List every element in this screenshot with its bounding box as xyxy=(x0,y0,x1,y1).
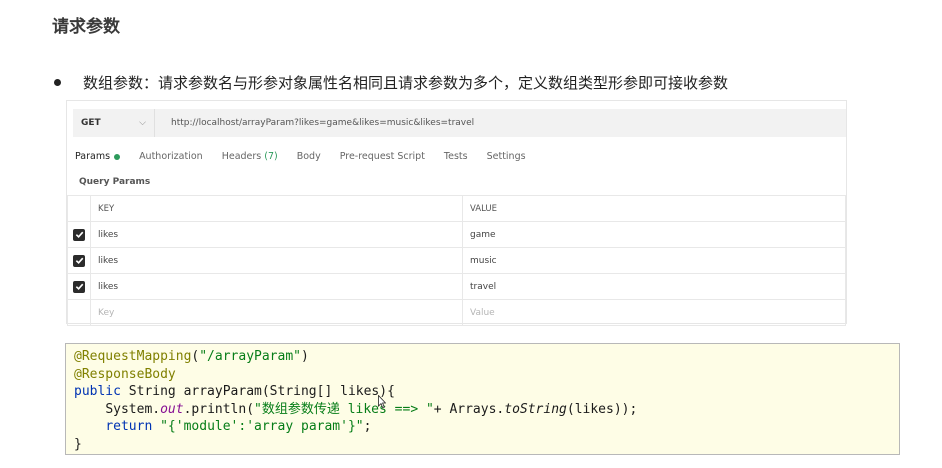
code-text: (likes)); xyxy=(566,401,638,417)
code-text: } xyxy=(74,436,82,452)
table-row: likes travel xyxy=(67,273,846,300)
row-checkbox-cell xyxy=(67,247,91,274)
tab-body-label: Body xyxy=(296,151,321,162)
param-key-cell[interactable]: likes xyxy=(90,221,463,248)
row-checkbox-cell xyxy=(67,299,91,326)
tab-settings-label: Settings xyxy=(486,151,526,162)
tab-headers-label: Headers xyxy=(221,151,262,162)
code-text: System. xyxy=(105,401,161,417)
tab-headers[interactable]: Headers (7) xyxy=(222,151,278,162)
code-text: String arrayParam(String[] likes){ xyxy=(120,384,395,399)
tab-pre-request-script-label: Pre-request Script xyxy=(339,151,425,162)
table-row: likes music xyxy=(67,247,846,274)
tab-pre-request-script[interactable]: Pre-request Script xyxy=(340,151,425,162)
check-icon xyxy=(75,283,83,291)
query-params-table: KEY VALUE likes game likes music likes t… xyxy=(67,195,846,326)
bullet-text: 数组参数：请求参数名与形参对象属性名相同且请求参数为多个，定义数组类型形参即可接… xyxy=(83,74,729,92)
row-checkbox-cell xyxy=(67,273,91,300)
new-key-input[interactable]: Key xyxy=(90,299,463,326)
url-bar: GET ⌵ http://localhost/arrayParam?likes=… xyxy=(73,109,846,137)
bullet-dot-icon xyxy=(54,79,61,86)
code-text: ; xyxy=(363,419,372,434)
check-icon xyxy=(75,231,83,239)
method-label: GET xyxy=(81,118,101,128)
param-value-cell[interactable]: game xyxy=(462,221,846,248)
checkbox[interactable] xyxy=(73,280,85,293)
code-field: out xyxy=(160,401,184,417)
status-dot-icon xyxy=(114,153,121,160)
tab-authorization-label: Authorization xyxy=(139,151,203,162)
tab-body[interactable]: Body xyxy=(297,151,321,162)
code-annotation: @ResponseBody xyxy=(74,366,176,382)
bullet-point: 数组参数：请求参数名与形参对象属性名相同且请求参数为多个，定义数组类型形参即可接… xyxy=(52,72,728,93)
param-key-cell[interactable]: likes xyxy=(90,273,463,300)
tab-params-label: Params xyxy=(75,151,111,162)
new-value-input[interactable]: Value xyxy=(462,299,846,326)
param-value-cell[interactable]: music xyxy=(462,247,846,274)
row-checkbox-cell xyxy=(67,221,91,248)
param-value-cell[interactable]: travel xyxy=(462,273,846,300)
param-key-cell[interactable]: likes xyxy=(90,247,463,274)
tab-tests[interactable]: Tests xyxy=(444,151,468,162)
tab-authorization[interactable]: Authorization xyxy=(139,151,203,162)
code-method: toString xyxy=(504,401,567,417)
query-params-title: Query Params xyxy=(79,177,151,187)
header-checkbox-cell xyxy=(67,195,91,222)
table-row-placeholder: Key Value xyxy=(67,299,846,326)
code-text: .println( xyxy=(183,401,255,417)
table-header-row: KEY VALUE xyxy=(67,195,846,222)
code-keyword: public xyxy=(74,384,121,399)
column-header-value: VALUE xyxy=(462,195,846,222)
tab-tests-label: Tests xyxy=(443,151,468,162)
checkbox[interactable] xyxy=(73,254,85,267)
column-header-key: KEY xyxy=(90,195,463,222)
table-row: likes game xyxy=(67,221,846,248)
code-string: "/arrayParam" xyxy=(199,349,301,364)
code-block: @RequestMapping("/arrayParam") @Response… xyxy=(65,343,900,455)
check-icon xyxy=(75,257,83,265)
checkbox[interactable] xyxy=(73,228,85,241)
headers-count-badge: (7) xyxy=(264,151,278,162)
code-string: "数组参数传递 likes ==> " xyxy=(254,401,434,417)
request-tabs: Params Authorization Headers (7) Body Pr… xyxy=(75,151,545,162)
url-input[interactable]: http://localhost/arrayParam?likes=game&l… xyxy=(155,118,474,128)
postman-panel: GET ⌵ http://localhost/arrayParam?likes=… xyxy=(66,100,847,326)
code-keyword: return xyxy=(105,419,153,434)
chevron-down-icon: ⌵ xyxy=(139,118,146,128)
page-heading: 请求参数 xyxy=(52,17,120,37)
tab-settings[interactable]: Settings xyxy=(487,151,526,162)
code-string: "{'module':'array param'}" xyxy=(160,419,364,434)
tab-params[interactable]: Params xyxy=(75,151,121,162)
method-select[interactable]: GET ⌵ xyxy=(73,109,155,137)
code-annotation: @RequestMapping xyxy=(74,349,192,364)
code-text: + Arrays. xyxy=(433,401,505,417)
